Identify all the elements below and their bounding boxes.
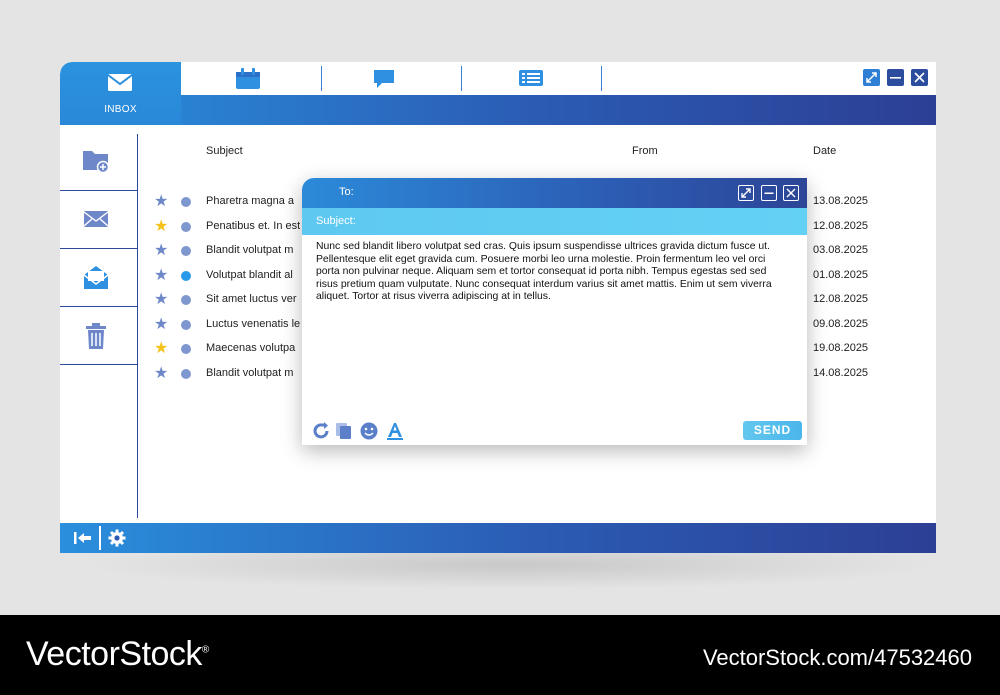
- settings-icon[interactable]: [108, 529, 126, 547]
- row-date: 13.08.2025: [813, 195, 869, 207]
- row-date: 09.08.2025: [813, 318, 869, 330]
- watermark-band: VectorStock® VectorStock.com/47532460: [0, 615, 1000, 695]
- read-status-dot: [181, 369, 191, 379]
- row-subject: Volutpat blandit al: [206, 269, 293, 281]
- row-subject: Blandit volutpat m: [206, 367, 294, 379]
- list-icon: [519, 70, 543, 86]
- read-status-dot: [181, 320, 191, 330]
- star-icon[interactable]: ★: [154, 194, 168, 210]
- tab-bar: [60, 62, 936, 95]
- row-date: 19.08.2025: [813, 342, 869, 354]
- tab-chat[interactable]: [322, 62, 462, 95]
- watermark-id: VectorStock.com/47532460: [702, 645, 972, 670]
- tab-inbox[interactable]: INBOX: [60, 62, 181, 125]
- tab-list[interactable]: [462, 62, 602, 95]
- row-subject: Maecenas volutpa: [206, 342, 296, 354]
- envelope-icon: [107, 74, 133, 91]
- sidebar-item-trash[interactable]: [60, 308, 137, 365]
- to-field[interactable]: To:: [339, 186, 354, 198]
- close-icon: [786, 188, 796, 198]
- expand-button[interactable]: [863, 69, 880, 86]
- read-status-dot: [181, 246, 191, 256]
- watermark-logo: VectorStock®: [26, 635, 209, 673]
- minimize-icon: [890, 77, 901, 79]
- compose-header: To:: [302, 178, 807, 208]
- mail-icon: [83, 211, 109, 227]
- close-icon: [914, 72, 925, 83]
- bottom-divider: [99, 526, 101, 550]
- row-date: 14.08.2025: [813, 367, 869, 379]
- star-icon[interactable]: ★: [154, 243, 168, 259]
- sidebar-item-opened-mail[interactable]: [60, 250, 137, 307]
- minimize-button[interactable]: [887, 69, 904, 86]
- column-header-subject[interactable]: Subject: [206, 145, 243, 157]
- row-date: 01.08.2025: [813, 269, 869, 281]
- tab-divider: [601, 66, 602, 91]
- star-icon[interactable]: ★: [154, 292, 168, 308]
- copy-icon[interactable]: [335, 422, 353, 440]
- chat-icon: [374, 70, 394, 88]
- emoji-icon[interactable]: [360, 422, 378, 440]
- row-date: 03.08.2025: [813, 244, 869, 256]
- message-body[interactable]: Nunc sed blandit libero volutpat sed cra…: [316, 241, 790, 304]
- sidebar-item-new-folder[interactable]: [60, 134, 137, 191]
- read-status-dot: [181, 271, 191, 281]
- bottom-bar: [60, 523, 936, 553]
- text-format-icon[interactable]: [386, 422, 404, 440]
- tab-calendar[interactable]: [181, 62, 321, 95]
- star-icon[interactable]: ★: [154, 317, 168, 333]
- inbox-label: INBOX: [104, 104, 137, 115]
- row-date: 12.08.2025: [813, 293, 869, 305]
- row-subject: Sit amet luctus ver: [206, 293, 297, 305]
- read-status-dot: [181, 295, 191, 305]
- read-status-dot: [181, 222, 191, 232]
- star-icon[interactable]: ★: [154, 341, 168, 357]
- send-button[interactable]: SEND: [743, 421, 802, 440]
- subject-label: Subject:: [316, 215, 356, 227]
- column-header-from[interactable]: From: [632, 145, 658, 157]
- star-icon[interactable]: ★: [154, 219, 168, 235]
- row-subject: Luctus venenatis le: [206, 318, 301, 330]
- sidebar: [60, 134, 138, 518]
- logout-icon[interactable]: [73, 530, 93, 546]
- redo-icon[interactable]: [313, 422, 331, 440]
- star-icon[interactable]: ★: [154, 268, 168, 284]
- close-button[interactable]: [911, 69, 928, 86]
- row-subject: Blandit volutpat m: [206, 244, 294, 256]
- read-status-dot: [181, 344, 191, 354]
- row-date: 12.08.2025: [813, 220, 869, 232]
- read-status-dot: [181, 197, 191, 207]
- open-mail-icon: [83, 266, 109, 289]
- row-subject: Pharetra magna a: [206, 195, 295, 207]
- compose-minimize-button[interactable]: [761, 185, 777, 201]
- star-icon[interactable]: ★: [154, 366, 168, 382]
- minimize-icon: [764, 192, 774, 194]
- compose-close-button[interactable]: [783, 185, 799, 201]
- expand-icon: [741, 188, 751, 198]
- new-folder-icon: [83, 151, 110, 174]
- row-subject: Penatibus et. In est: [206, 220, 301, 232]
- expand-icon: [866, 72, 877, 83]
- trash-icon: [86, 323, 106, 349]
- sidebar-item-mail[interactable]: [60, 192, 137, 249]
- calendar-icon: [236, 68, 260, 89]
- header-bar: [60, 95, 936, 125]
- compose-expand-button[interactable]: [738, 185, 754, 201]
- column-header-date[interactable]: Date: [813, 145, 836, 157]
- compose-window: To: Subject: Nunc sed blandit libero vol…: [302, 178, 807, 445]
- subject-field[interactable]: Subject:: [302, 208, 807, 235]
